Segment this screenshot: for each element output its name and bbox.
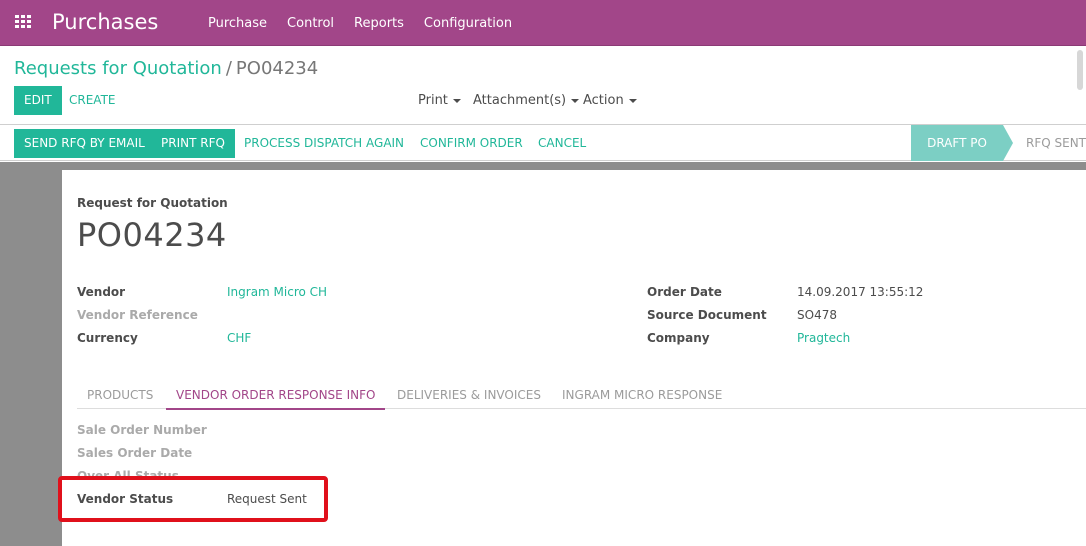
top-navbar: Purchases Purchase Control Reports Confi… — [0, 0, 1086, 46]
confirm-order-button[interactable]: CONFIRM ORDER — [420, 129, 523, 158]
company-label: Company — [647, 331, 710, 345]
stage-draft-po: DRAFT PO — [911, 125, 1013, 161]
edit-button[interactable]: EDIT — [14, 86, 62, 115]
action-dropdown-label: Action — [583, 93, 624, 108]
tab-deliveries-invoices[interactable]: DELIVERIES & INVOICES — [387, 382, 551, 409]
sale-order-number-label: Sale Order Number — [77, 423, 207, 437]
document-type-label: Request for Quotation — [77, 196, 228, 210]
order-date-label: Order Date — [647, 285, 722, 299]
menu-item-configuration[interactable]: Configuration — [414, 16, 522, 31]
main-menu: Purchase Control Reports Configuration — [198, 0, 522, 46]
breadcrumb-separator: / — [225, 58, 232, 79]
apps-grid-icon[interactable] — [15, 15, 32, 29]
print-dropdown[interactable]: Print — [418, 93, 461, 108]
source-document-label: Source Document — [647, 308, 767, 322]
vendor-value[interactable]: Ingram Micro CH — [227, 285, 327, 299]
breadcrumb-current: PO04234 — [235, 58, 319, 79]
caret-down-icon — [571, 98, 580, 103]
vendor-label: Vendor — [77, 285, 126, 299]
breadcrumb: Requests for Quotation / PO04234 — [14, 58, 318, 79]
currency-label: Currency — [77, 331, 138, 345]
tab-ingram-micro-response[interactable]: INGRAM MICRO RESPONSE — [552, 382, 732, 409]
tab-vendor-order-response-info[interactable]: VENDOR ORDER RESPONSE INFO — [166, 382, 386, 410]
source-document-value: SO478 — [797, 308, 837, 322]
vendor-status-value: Request Sent — [227, 492, 307, 506]
scrollbar[interactable] — [1077, 50, 1083, 90]
cancel-button[interactable]: CANCEL — [538, 129, 586, 158]
vendor-status-label: Vendor Status — [77, 492, 174, 506]
menu-item-control[interactable]: Control — [277, 16, 344, 31]
document-name: PO04234 — [77, 216, 227, 254]
menu-item-purchase[interactable]: Purchase — [198, 16, 277, 31]
action-dropdown[interactable]: Action — [583, 93, 637, 108]
attachments-dropdown-label: Attachment(s) — [473, 93, 567, 108]
app-title: Purchases — [52, 10, 159, 34]
breadcrumb-parent[interactable]: Requests for Quotation — [14, 58, 222, 79]
order-date-value: 14.09.2017 13:55:12 — [797, 285, 924, 299]
process-dispatch-again-button[interactable]: PROCESS DISPATCH AGAIN — [244, 129, 404, 158]
send-rfq-by-email-button[interactable]: SEND RFQ BY EMAIL — [14, 129, 155, 158]
sales-order-date-label: Sales Order Date — [77, 446, 193, 460]
caret-down-icon — [628, 98, 637, 103]
vendor-reference-label: Vendor Reference — [77, 308, 198, 322]
attachments-dropdown[interactable]: Attachment(s) — [473, 93, 580, 108]
caret-down-icon — [452, 98, 461, 103]
stage-rfq-sent[interactable]: RFQ SENT — [1026, 125, 1086, 161]
create-button[interactable]: CREATE — [69, 86, 116, 115]
currency-value[interactable]: CHF — [227, 331, 251, 345]
print-rfq-button[interactable]: PRINT RFQ — [151, 129, 235, 158]
print-dropdown-label: Print — [418, 93, 448, 108]
menu-item-reports[interactable]: Reports — [344, 16, 414, 31]
company-value[interactable]: Pragtech — [797, 331, 850, 345]
tab-products[interactable]: PRODUCTS — [77, 382, 163, 409]
